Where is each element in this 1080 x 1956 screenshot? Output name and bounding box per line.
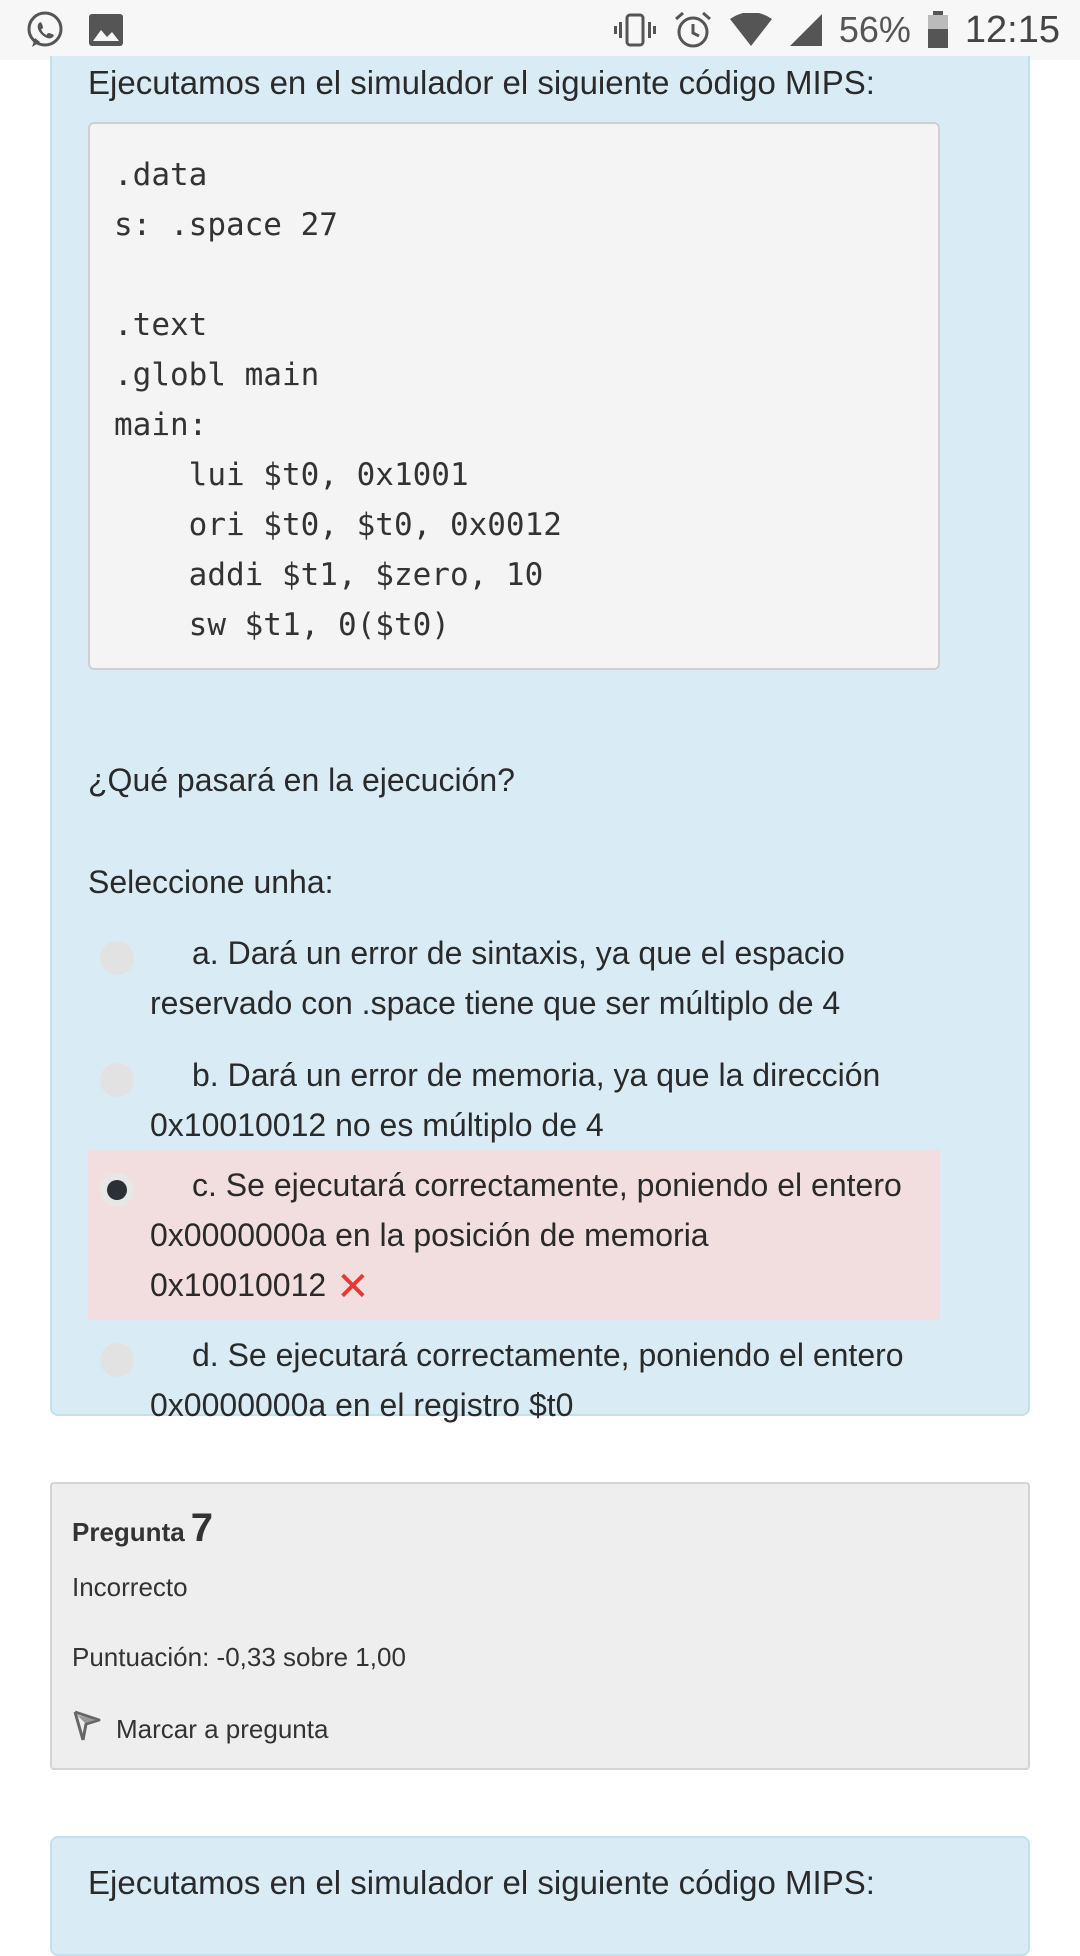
answer-option-label: d. Se ejecutará correctamente, poniendo …: [150, 1337, 904, 1423]
radio-button[interactable]: [100, 1063, 134, 1097]
answer-option-label: a. Dará un error de sintaxis, ya que el …: [150, 935, 845, 1021]
alarm-icon: [673, 10, 713, 50]
code-block: .data s: .space 27 .text .globl main mai…: [88, 122, 940, 670]
flag-icon[interactable]: [72, 1710, 102, 1749]
question-grade: Puntuación: -0,33 sobre 1,00: [72, 1642, 406, 1672]
question-number-label: Pregunta: [72, 1517, 185, 1547]
question-prompt: ¿Qué pasará en la ejecución?: [88, 762, 515, 798]
code-line: .data: [114, 157, 208, 193]
status-bar: 56% 12:15: [0, 0, 1080, 60]
vibrate-icon: [613, 12, 657, 48]
whatsapp-icon: [24, 9, 66, 51]
answer-option-label: c. Se ejecutará correctamente, poniendo …: [150, 1167, 902, 1303]
status-bar-left: [24, 9, 124, 51]
image-icon: [88, 13, 124, 47]
code-line: sw $t1, 0($t0): [114, 607, 450, 643]
wifi-icon: [729, 13, 773, 47]
answer-option-c[interactable]: c. Se ejecutará correctamente, poniendo …: [88, 1150, 940, 1320]
code-line: s: .space 27: [114, 207, 338, 243]
question-card: Ejecutamos en el simulador el siguiente …: [50, 56, 1030, 1423]
flag-question-link[interactable]: Marcar a pregunta: [72, 1710, 328, 1749]
flag-question-label[interactable]: Marcar a pregunta: [116, 1714, 328, 1745]
code-line: .text: [114, 307, 208, 343]
clock: 12:15: [964, 8, 1060, 51]
question-number-value: 7: [190, 1506, 213, 1550]
radio-button[interactable]: [100, 1343, 134, 1377]
code-line: lui $t0, 0x1001: [114, 457, 469, 493]
next-question-card: Ejecutamos en el simulador el siguiente …: [50, 1836, 1030, 1956]
battery-percent: 56%: [838, 9, 911, 50]
code-line: main:: [114, 407, 208, 443]
radio-button[interactable]: [100, 941, 134, 975]
code-line: ori $t0, $t0, 0x0012: [114, 507, 562, 543]
status-bar-right: 56% 12:15: [613, 9, 1060, 52]
answer-option-b[interactable]: b. Dará un error de memoria, ya que la d…: [88, 1040, 940, 1160]
incorrect-mark-icon: ✕: [336, 1265, 370, 1309]
next-question-intro: Ejecutamos en el simulador el siguiente …: [88, 1864, 875, 1901]
answer-option-a[interactable]: a. Dará un error de sintaxis, ya que el …: [88, 918, 940, 1038]
radio-button-checked[interactable]: [100, 1173, 134, 1207]
question-intro: Ejecutamos en el simulador el siguiente …: [88, 64, 875, 101]
signal-icon: [789, 13, 823, 47]
code-line: addi $t1, $zero, 10: [114, 557, 544, 593]
answer-option-d[interactable]: d. Se ejecutará correctamente, poniendo …: [88, 1320, 940, 1440]
answer-option-label: b. Dará un error de memoria, ya que la d…: [150, 1057, 881, 1143]
code-line: .globl main: [114, 357, 320, 393]
battery-icon: [927, 11, 949, 49]
select-label: Seleccione unha:: [88, 864, 334, 900]
question-info-card: Pregunta 7 Incorrecto Puntuación: -0,33 s…: [50, 1482, 1030, 1770]
question-number: Pregunta 7: [72, 1506, 213, 1551]
question-state: Incorrecto: [72, 1572, 188, 1602]
